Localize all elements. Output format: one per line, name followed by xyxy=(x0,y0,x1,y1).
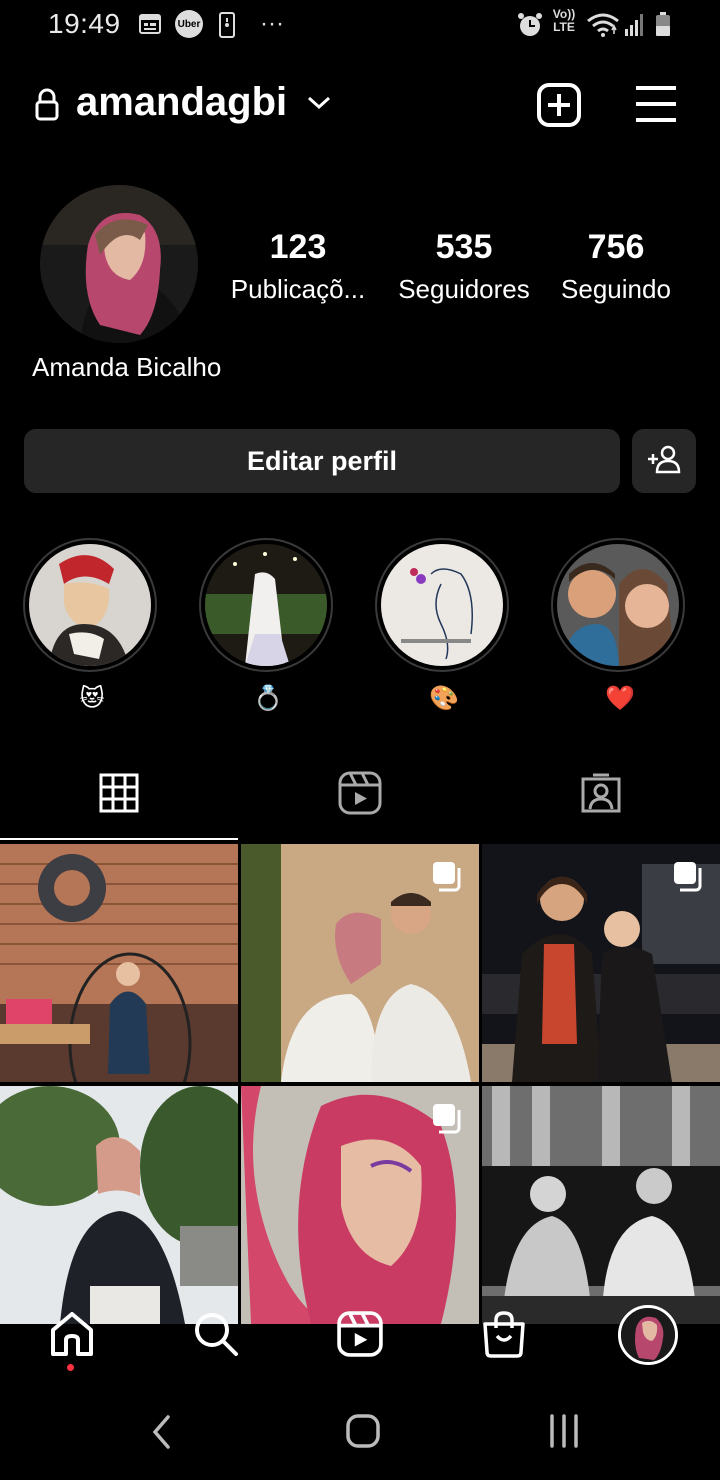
volte-icon: Vo)) LTE xyxy=(552,7,576,34)
nav-reels[interactable] xyxy=(332,1308,388,1364)
highlight-3-label: 🎨 xyxy=(429,685,459,712)
highlight-4-image xyxy=(557,544,679,666)
post-thumbnail[interactable] xyxy=(0,1086,238,1324)
stat-followers-value: 535 xyxy=(435,228,493,266)
profile-avatar[interactable] xyxy=(40,185,198,343)
grid-icon xyxy=(99,773,139,818)
notification-dot xyxy=(67,1364,74,1371)
tab-reels[interactable] xyxy=(330,770,390,820)
stat-following-label: Seguindo xyxy=(561,274,671,304)
stat-posts[interactable]: 123 Publicaçõ... xyxy=(218,228,378,305)
nav-home[interactable] xyxy=(44,1308,100,1364)
multiple-photos-icon xyxy=(672,860,704,897)
post-thumbnail[interactable] xyxy=(0,844,238,1082)
stat-following-value: 756 xyxy=(587,228,645,266)
tab-grid[interactable] xyxy=(89,770,149,820)
calendar-icon xyxy=(138,12,162,36)
post-thumbnail[interactable] xyxy=(241,1086,479,1324)
back-icon[interactable] xyxy=(150,1414,174,1455)
alarm-icon xyxy=(516,12,544,36)
wifi-icon xyxy=(586,12,620,37)
search-icon xyxy=(192,1310,240,1363)
more-dots-icon: ··· xyxy=(260,10,284,37)
reels-icon xyxy=(338,771,382,820)
highlight-4[interactable]: ❤️ xyxy=(551,538,689,713)
edit-profile-button[interactable]: Editar perfil xyxy=(24,429,620,493)
nav-search[interactable] xyxy=(188,1308,244,1364)
discover-people-button[interactable] xyxy=(632,429,696,493)
highlight-1[interactable]: 😻 xyxy=(23,538,161,713)
post-thumbnail[interactable] xyxy=(482,844,720,1082)
highlight-2-label: 💍 xyxy=(253,685,283,712)
home-button-icon[interactable] xyxy=(346,1414,380,1453)
new-post-icon[interactable] xyxy=(536,82,582,133)
post-thumbnail[interactable] xyxy=(241,844,479,1082)
multiple-photos-icon xyxy=(431,1102,463,1139)
highlight-3[interactable]: 🎨 xyxy=(375,538,513,713)
highlight-2-image xyxy=(205,544,327,666)
stat-posts-value: 123 xyxy=(269,228,327,266)
multiple-photos-icon xyxy=(431,860,463,897)
lock-icon xyxy=(34,88,60,127)
add-user-icon xyxy=(646,444,682,479)
display-name: Amanda Bicalho xyxy=(32,352,222,382)
status-bar: 19:49 Uber ··· Vo)) LTE xyxy=(0,0,720,50)
stat-followers-label: Seguidores xyxy=(398,274,530,304)
highlight-1-label: 😻 xyxy=(79,685,105,712)
home-icon xyxy=(48,1310,96,1363)
nav-profile-avatar[interactable] xyxy=(618,1305,678,1365)
active-tab-indicator xyxy=(0,838,238,840)
stat-following[interactable]: 756 Seguindo xyxy=(536,228,696,305)
highlight-2[interactable]: 💍 xyxy=(199,538,337,713)
post-thumbnail[interactable] xyxy=(482,1086,720,1324)
chevron-down-icon[interactable] xyxy=(306,94,332,117)
highlight-4-label: ❤️ xyxy=(605,685,635,712)
battery-icon xyxy=(654,12,672,36)
reels-icon xyxy=(337,1310,383,1362)
highlight-1-image xyxy=(29,544,151,666)
stat-followers[interactable]: 535 Seguidores xyxy=(384,228,544,305)
username-switcher[interactable]: amandagbi xyxy=(76,80,287,125)
shop-icon xyxy=(481,1310,527,1363)
tagged-icon xyxy=(579,771,623,820)
nav-shop[interactable] xyxy=(476,1308,532,1364)
stat-posts-label: Publicaçõ... xyxy=(230,274,366,304)
status-time: 19:49 xyxy=(48,8,121,39)
menu-icon[interactable] xyxy=(634,84,678,129)
system-navigation-bar xyxy=(0,1380,720,1480)
signal-icon xyxy=(624,12,646,36)
phone-icon xyxy=(218,12,236,38)
tab-tagged[interactable] xyxy=(571,770,631,820)
recent-apps-icon[interactable] xyxy=(548,1414,580,1453)
uber-icon: Uber xyxy=(175,10,203,38)
highlight-3-image xyxy=(381,544,503,666)
